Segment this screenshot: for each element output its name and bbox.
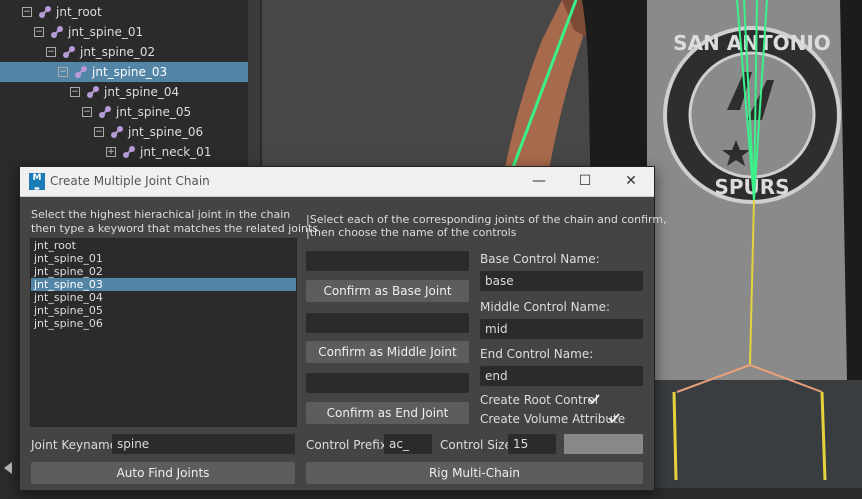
outliner-row[interactable]: − jnt_spine_05 — [0, 102, 248, 122]
joint-icon — [74, 65, 88, 79]
outliner-row[interactable]: − jnt_spine_03 — [0, 62, 248, 82]
collapse-icon[interactable]: − — [94, 127, 104, 137]
joint-icon — [110, 125, 124, 139]
joint-list-item[interactable]: jnt_spine_05 — [31, 304, 296, 317]
create-volume-attribute-checkbox[interactable] — [608, 412, 620, 424]
create-multiple-joint-chain-dialog: M ▬ Create Multiple Joint Chain — ☐ ✕ Sel… — [19, 166, 667, 491]
logo-top-text: SAN ANTONIO — [673, 31, 831, 55]
outliner-row-label: jnt_spine_06 — [128, 125, 204, 139]
joint-keyname-label: Joint Keyname: — [31, 438, 122, 452]
joint-icon — [50, 25, 64, 39]
close-button[interactable]: ✕ — [608, 167, 654, 196]
joint-list[interactable]: jnt_root jnt_spine_01 jnt_spine_02 jnt_spin… — [30, 238, 297, 427]
create-root-control-label: Create Root Control — [480, 393, 599, 407]
collapse-icon[interactable]: − — [22, 7, 32, 17]
middle-control-name-label: Middle Control Name: — [480, 300, 611, 314]
collapse-icon[interactable]: − — [58, 67, 68, 77]
joint-keyname-input[interactable] — [112, 434, 295, 454]
outliner-row-label: jnt_spine_01 — [68, 25, 144, 39]
leg-joint-line-left — [672, 391, 678, 481]
collapse-icon[interactable]: − — [46, 47, 56, 57]
maya-icon: M ▬ — [29, 173, 45, 192]
outliner-row-label: jnt_spine_04 — [104, 85, 180, 99]
outliner-row[interactable]: − jnt_spine_04 — [0, 82, 248, 102]
rig-multi-chain-button[interactable]: Rig Multi-Chain — [306, 462, 643, 484]
middle-control-name-input[interactable] — [480, 319, 643, 339]
outliner-row[interactable]: − jnt_spine_06 — [0, 122, 248, 142]
joint-list-item[interactable]: jnt_spine_06 — [31, 317, 296, 330]
joint-list-item[interactable]: jnt_spine_04 — [31, 291, 296, 304]
middle-joint-field[interactable] — [306, 313, 469, 333]
scroll-left-arrow-icon[interactable] — [4, 462, 12, 474]
right-instructions-line-1: |Select each of the corresponding joints… — [306, 213, 667, 226]
outliner-row[interactable]: − jnt_root — [0, 2, 248, 22]
pants-shape — [647, 380, 862, 499]
joint-icon — [38, 5, 52, 19]
base-joint-field[interactable] — [306, 251, 469, 271]
confirm-middle-joint-button[interactable]: Confirm as Middle Joint — [306, 341, 469, 363]
create-root-control-checkbox[interactable] — [588, 393, 600, 405]
end-joint-field[interactable] — [306, 373, 469, 393]
joint-list-item[interactable]: jnt_spine_02 — [31, 265, 296, 278]
collapse-icon[interactable]: − — [82, 107, 92, 117]
control-prefix-label: Control Prefix: — [306, 438, 391, 452]
joint-list-item[interactable]: jnt_root — [31, 239, 296, 252]
confirm-base-joint-button[interactable]: Confirm as Base Joint — [306, 280, 469, 302]
base-control-name-input[interactable] — [480, 271, 643, 291]
outliner-row-label: jnt_neck_01 — [140, 145, 212, 159]
joint-icon — [122, 145, 136, 159]
expand-icon[interactable]: + — [106, 147, 116, 157]
joint-icon — [86, 85, 100, 99]
control-size-slider[interactable] — [564, 434, 643, 454]
dialog-title: Create Multiple Joint Chain — [50, 174, 210, 188]
outliner-row[interactable]: + jnt_neck_01 — [0, 142, 248, 162]
outliner-row[interactable]: − jnt_spine_01 — [0, 22, 248, 42]
minimize-button[interactable]: — — [516, 167, 562, 196]
dialog-titlebar[interactable]: M ▬ Create Multiple Joint Chain — ☐ ✕ — [20, 167, 654, 197]
outliner-row-label: jnt_spine_05 — [116, 105, 192, 119]
confirm-end-joint-button[interactable]: Confirm as End Joint — [306, 402, 469, 424]
end-control-name-label: End Control Name: — [480, 347, 594, 361]
base-control-name-label: Base Control Name: — [480, 252, 600, 266]
joint-icon — [62, 45, 76, 59]
collapse-icon[interactable]: − — [70, 87, 80, 97]
left-instructions-line-2: then type a keyword that matches the rel… — [31, 222, 319, 235]
create-volume-attribute-label: Create Volume Attribute — [480, 412, 626, 426]
collapse-icon[interactable]: − — [34, 27, 44, 37]
outliner-row-label: jnt_spine_03 — [92, 65, 168, 79]
control-size-label: Control Size — [440, 438, 512, 452]
outliner-row[interactable]: − jnt_spine_02 — [0, 42, 248, 62]
outliner-row-label: jnt_spine_02 — [80, 45, 156, 59]
joint-icon — [98, 105, 112, 119]
left-instructions-line-1: Select the highest hierachical joint in … — [31, 208, 291, 221]
outliner-row-label: jnt_root — [56, 5, 102, 19]
end-control-name-input[interactable] — [480, 366, 643, 386]
maximize-button[interactable]: ☐ — [562, 167, 608, 196]
auto-find-joints-button[interactable]: Auto Find Joints — [31, 462, 295, 484]
joint-list-item[interactable]: jnt_spine_03 — [31, 278, 296, 291]
joint-list-item[interactable]: jnt_spine_01 — [31, 252, 296, 265]
right-instructions-line-2: |then choose the name of the controls — [306, 226, 517, 239]
control-prefix-input[interactable] — [384, 434, 432, 454]
control-size-input[interactable] — [508, 434, 556, 454]
